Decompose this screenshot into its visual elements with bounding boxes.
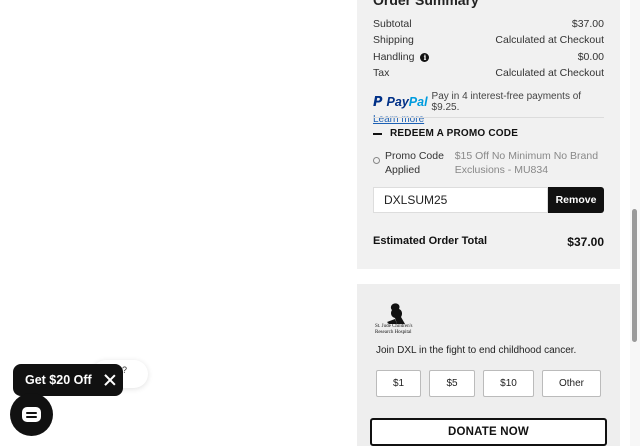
radio-dot-icon <box>373 157 380 164</box>
get-discount-pill[interactable]: Get $20 Off <box>13 364 123 396</box>
promo-code-row: Remove <box>373 187 604 213</box>
donate-amount-5[interactable]: $5 <box>429 370 475 397</box>
promo-applied-description: $15 Off No Minimum No Brand Exclusions -… <box>454 150 599 176</box>
donation-message: Join DXL in the fight to end childhood c… <box>376 345 577 356</box>
handling-row: Handling i $0.00 <box>373 51 604 63</box>
shipping-row: Shipping Calculated at Checkout <box>373 34 604 46</box>
promo-code-toggle[interactable]: REDEEM A PROMO CODE <box>373 128 518 139</box>
order-summary-title: Order Summary <box>373 0 479 8</box>
paypal-installments: P PayPal Pay in 4 interest-free payments… <box>373 91 604 125</box>
chat-button[interactable] <box>10 393 53 436</box>
st-jude-logo-text: St. Jude Children's Research Hospital <box>375 324 413 335</box>
paypal-logo-icon: P <box>373 94 383 110</box>
order-total-value: $37.00 <box>567 235 604 249</box>
paypal-row: P PayPal Pay in 4 interest-free payments… <box>373 91 604 113</box>
donation-card: St. Jude Children's Research Hospital Joi… <box>357 284 620 446</box>
order-total-label: Estimated Order Total <box>373 235 488 247</box>
close-icon[interactable] <box>104 374 116 386</box>
remove-promo-button[interactable]: Remove <box>548 187 604 213</box>
promo-code-heading: REDEEM A PROMO CODE <box>390 128 519 139</box>
chat-icon <box>22 407 41 422</box>
tax-value: Calculated at Checkout <box>495 67 604 79</box>
donate-amount-10[interactable]: $10 <box>483 370 534 397</box>
donate-now-button[interactable]: DONATE NOW <box>370 418 607 446</box>
promo-applied-row: Promo Code Applied $15 Off No Minimum No… <box>373 149 604 177</box>
promo-code-input[interactable] <box>373 187 548 213</box>
tax-label: Tax <box>373 67 390 79</box>
paypal-learn-more-link[interactable]: Learn more <box>373 114 604 125</box>
paypal-wordmark-pal: Pal <box>408 95 428 109</box>
promo-applied-label: Promo Code Applied <box>385 150 444 176</box>
paypal-message: Pay in 4 interest-free payments of $9.25… <box>431 91 582 113</box>
paypal-wordmark: PayPal <box>387 95 428 109</box>
subtotal-row: Subtotal $37.00 <box>373 18 604 30</box>
divider <box>373 117 604 118</box>
subtotal-value: $37.00 <box>571 18 604 30</box>
tax-row: Tax Calculated at Checkout <box>373 67 604 79</box>
scrollbar-thumb[interactable] <box>632 209 637 342</box>
order-total-row: Estimated Order Total $37.00 <box>373 235 604 249</box>
donate-amount-1[interactable]: $1 <box>376 370 421 397</box>
donation-amounts: $1 $5 $10 Other <box>376 370 601 397</box>
paypal-wordmark-pay: Pay <box>386 95 409 109</box>
info-icon[interactable]: i <box>420 52 430 62</box>
order-summary-panel: Order Summary Subtotal $37.00 Shipping C… <box>357 0 620 269</box>
handling-value: $0.00 <box>577 51 604 63</box>
handling-label: Handling <box>373 51 415 63</box>
minus-icon <box>373 132 382 135</box>
shipping-label: Shipping <box>373 34 414 46</box>
subtotal-label: Subtotal <box>373 18 412 30</box>
donate-amount-other[interactable]: Other <box>542 370 601 397</box>
get-discount-label: Get $20 Off <box>25 373 92 387</box>
handling-label-group: Handling i <box>373 51 430 63</box>
shipping-value: Calculated at Checkout <box>495 34 604 46</box>
